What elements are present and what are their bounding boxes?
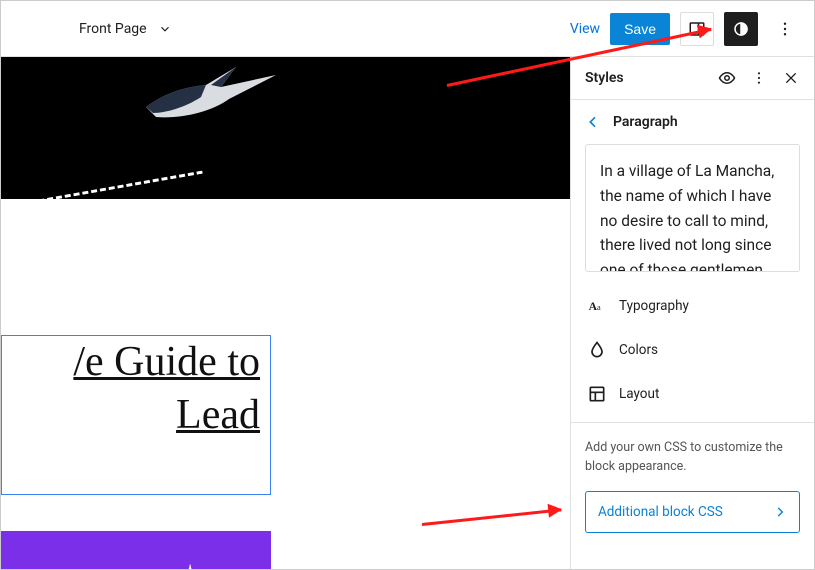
view-link[interactable]: View (570, 21, 600, 37)
back-icon[interactable] (585, 114, 601, 130)
chevron-down-icon[interactable] (155, 19, 175, 39)
dotted-path-decoration (1, 134, 203, 212)
heading-line-1: /e Guide to (2, 336, 260, 389)
topbar-left: Front Page (1, 19, 175, 39)
css-button-label: Additional block CSS (598, 504, 723, 520)
more-vertical-icon[interactable] (750, 69, 768, 87)
more-options-button[interactable] (768, 12, 802, 46)
eye-icon[interactable] (718, 69, 736, 87)
styles-toggle-button[interactable] (724, 12, 758, 46)
sidebar-header-actions (718, 69, 800, 87)
sidebar-header: Styles (571, 57, 814, 100)
css-section: Add your own CSS to customize the block … (571, 429, 814, 547)
sparkle-icon: ✦ (179, 561, 201, 569)
layout-icon (587, 384, 607, 404)
additional-css-button[interactable]: Additional block CSS (585, 491, 800, 533)
selected-heading-block[interactable]: /e Guide to Lead (1, 335, 271, 495)
paragraph-preview: In a village of La Mancha, the name of w… (585, 144, 800, 272)
sidebar-title: Styles (585, 70, 624, 86)
sidebar-item-label: Typography (619, 298, 689, 314)
sidebar-divider (571, 422, 814, 423)
breadcrumb-label: Paragraph (613, 114, 678, 130)
close-icon[interactable] (782, 69, 800, 87)
sidebar-item-label: Layout (619, 386, 659, 402)
typography-icon: Aa (587, 296, 607, 316)
sidebar-item-label: Colors (619, 342, 658, 358)
topbar-right: View Save (570, 12, 802, 46)
page-title[interactable]: Front Page (79, 21, 147, 37)
colors-icon (587, 340, 607, 360)
sidebar-item-layout[interactable]: Layout (571, 372, 814, 416)
styles-sidebar: Styles Paragraph In a village of La Manc… (570, 57, 814, 569)
heading-line-2: Lead (2, 389, 260, 442)
topbar: Front Page View Save (1, 1, 814, 57)
sidebar-breadcrumb: Paragraph (571, 100, 814, 144)
bird-image (141, 57, 281, 137)
svg-text:a: a (597, 303, 601, 312)
editor-canvas[interactable]: /e Guide to Lead ✦ ✦ (1, 57, 570, 569)
chevron-right-icon (773, 505, 787, 519)
purple-section: ✦ ✦ (1, 531, 271, 569)
sidebar-item-typography[interactable]: Aa Typography (571, 284, 814, 328)
sidebar-item-colors[interactable]: Colors (571, 328, 814, 372)
css-description: Add your own CSS to customize the block … (585, 439, 800, 477)
